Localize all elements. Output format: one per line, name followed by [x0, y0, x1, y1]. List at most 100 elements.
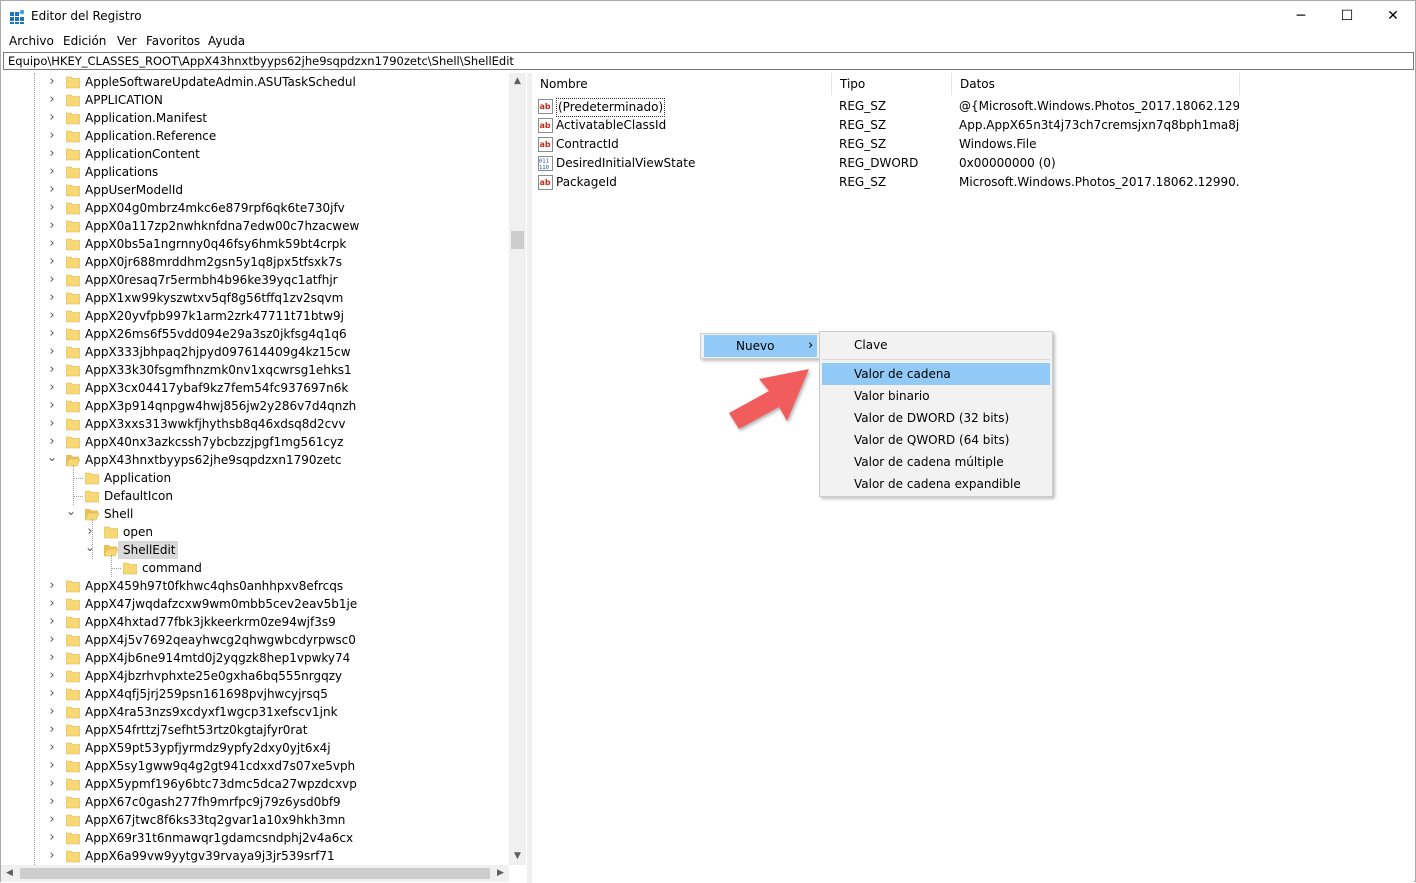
chevron-down-icon[interactable]: ⌄: [47, 451, 57, 469]
chevron-right-icon[interactable]: ›: [47, 217, 57, 235]
tree-item[interactable]: › AppX4j5v7692qeayhwcg2qhwgwbcdyrpwsc0: [1, 631, 509, 649]
menu-ayuda[interactable]: Ayuda: [208, 34, 245, 48]
tree-item[interactable]: › AppX3cx04417ybaf9kz7fem54fc937697n6k: [1, 379, 509, 397]
tree-item[interactable]: › AppX4jbzrhvphxte25e0gxha6bq555nrgqzy: [1, 667, 509, 685]
chevron-down-icon[interactable]: ⌄: [66, 505, 76, 523]
chevron-right-icon[interactable]: ›: [47, 289, 57, 307]
chevron-right-icon[interactable]: ›: [47, 397, 57, 415]
chevron-right-icon[interactable]: ›: [47, 667, 57, 685]
tree-item[interactable]: › APPLICATION: [1, 91, 509, 109]
value-row[interactable]: ab PackageId REG_SZ Microsoft.Windows.Photo…: [532, 173, 1412, 192]
tree-item[interactable]: › AppX47jwqdafzcxw9wm0mbb5cev2eav5b1je: [1, 595, 509, 613]
chevron-right-icon[interactable]: ›: [47, 253, 57, 271]
scroll-thumb[interactable]: [511, 231, 524, 249]
tree-item[interactable]: › AppX4hxtad77fbk3jkkeerkrm0ze94wjf3s9: [1, 613, 509, 631]
tree-item[interactable]: › Application.Manifest: [1, 109, 509, 127]
tree-item[interactable]: command: [1, 559, 509, 577]
chevron-right-icon[interactable]: ›: [47, 325, 57, 343]
tree-item[interactable]: › AppX4ra53nzs9xcdyxf1wgcp31xefscv1jnk: [1, 703, 509, 721]
menu-favoritos[interactable]: Favoritos: [146, 34, 200, 48]
chevron-right-icon[interactable]: ›: [47, 631, 57, 649]
chevron-right-icon[interactable]: ›: [47, 847, 57, 865]
tree-item[interactable]: › AppX0a117zp2nwhknfdna7edw00c7hzacwew: [1, 217, 509, 235]
chevron-right-icon[interactable]: ›: [47, 703, 57, 721]
chevron-right-icon[interactable]: ›: [47, 91, 57, 109]
minimize-button[interactable]: ─: [1278, 1, 1324, 31]
scroll-down-icon[interactable]: ▼: [509, 848, 526, 865]
tree-item[interactable]: › AppX5sy1gww9q4g2gt941cdxxd7s07xe5vph: [1, 757, 509, 775]
title-bar[interactable]: Editor del Registro ─ ☐ ✕: [1, 1, 1415, 32]
chevron-right-icon[interactable]: ›: [47, 163, 57, 181]
tree-item[interactable]: › AppX3p914qnpgw4hwj856jw2y286v7d4qnzh: [1, 397, 509, 415]
chevron-right-icon[interactable]: ›: [47, 199, 57, 217]
value-row[interactable]: ab ActivatableClassId REG_SZ App.AppX65n3t4…: [532, 116, 1412, 135]
scroll-up-icon[interactable]: ▲: [509, 73, 526, 90]
scroll-right-icon[interactable]: ▶: [492, 865, 509, 882]
tree-item[interactable]: › AppX67c0gash277fh9mrfpc9j79z6ysd0bf9: [1, 793, 509, 811]
chevron-right-icon[interactable]: ›: [47, 811, 57, 829]
chevron-right-icon[interactable]: ›: [47, 721, 57, 739]
tree-item[interactable]: › AppUserModelId: [1, 181, 509, 199]
submenu-item-valor-binario[interactable]: Valor binario: [822, 385, 1050, 407]
tree-item[interactable]: › Application.Reference: [1, 127, 509, 145]
tree-item[interactable]: › AppX59pt53ypfjyrmdz9ypfy2dxy0yjt6x4j: [1, 739, 509, 757]
column-header-data[interactable]: Datos: [952, 73, 1240, 95]
chevron-right-icon[interactable]: ›: [47, 757, 57, 775]
chevron-right-icon[interactable]: ›: [47, 829, 57, 847]
submenu-item-valor-qword[interactable]: Valor de QWORD (64 bits): [822, 429, 1050, 451]
maximize-button[interactable]: ☐: [1324, 1, 1370, 31]
value-row[interactable]: ab ContractId REG_SZ Windows.File: [532, 135, 1412, 154]
tree-item[interactable]: › AppX67jtwc8f6ks33tq2gvar1a10x9hkh3mn: [1, 811, 509, 829]
tree-item[interactable]: ⌄ AppX43hnxtbyyps62jhe9sqpdzxn1790zetc: [1, 451, 509, 469]
chevron-down-icon[interactable]: ⌄: [85, 541, 95, 559]
chevron-right-icon[interactable]: ›: [47, 793, 57, 811]
submenu-item-clave[interactable]: Clave: [822, 334, 1050, 356]
tree-item[interactable]: › AppX69r31t6nmawqr1gdamcsndphj2v4a6cx: [1, 829, 509, 847]
tree-item[interactable]: › AppX20yvfpb997k1arm2zrk47711t71btw9j: [1, 307, 509, 325]
menu-item-nuevo[interactable]: Nuevo ›: [704, 335, 817, 357]
chevron-right-icon[interactable]: ›: [47, 379, 57, 397]
submenu-item-valor-dword[interactable]: Valor de DWORD (32 bits): [822, 407, 1050, 429]
tree-item[interactable]: › AppX3xxs313wwkfjhythsb8q46xdsq8d2cvv: [1, 415, 509, 433]
chevron-right-icon[interactable]: ›: [47, 775, 57, 793]
scroll-left-icon[interactable]: ◀: [1, 865, 18, 882]
tree-item[interactable]: › AppX5ypmf196y6btc73dmc5dca27wpzdcxvp: [1, 775, 509, 793]
tree-item[interactable]: › AppX333jbhpaq2hjpyd097614409g4kz15cw: [1, 343, 509, 361]
tree-item[interactable]: › AppX0jr688mrddhm2gsn5y1q8jpx5tfsxk7s: [1, 253, 509, 271]
submenu-item-valor-cadena-expandible[interactable]: Valor de cadena expandible: [822, 473, 1050, 495]
scroll-thumb-horizontal[interactable]: [20, 868, 490, 879]
tree-item[interactable]: › AppX6a99vw9yytgv39rvaya9j3jr539srf71: [1, 847, 509, 865]
tree-item[interactable]: › ApplicationContent: [1, 145, 509, 163]
tree-item[interactable]: › AppleSoftwareUpdateAdmin.ASUTaskSchedul: [1, 73, 509, 91]
chevron-right-icon[interactable]: ›: [47, 361, 57, 379]
close-button[interactable]: ✕: [1370, 1, 1416, 31]
tree-item[interactable]: › AppX04g0mbrz4mkc6e879rpf6qk6te730jfv: [1, 199, 509, 217]
tree-item[interactable]: › AppX54frttzj7sefht53rtz0kgtajfyr0rat: [1, 721, 509, 739]
chevron-right-icon[interactable]: ›: [47, 739, 57, 757]
column-header-name[interactable]: Nombre: [532, 73, 832, 95]
tree-item[interactable]: › AppX4qfj5jrj259psn161698pvjhwcyjrsq5: [1, 685, 509, 703]
chevron-right-icon[interactable]: ›: [47, 415, 57, 433]
value-row[interactable]: 011 110 DesiredInitialViewState REG_DWORD 0x…: [532, 154, 1412, 173]
tree-item[interactable]: ⌄ ShellEdit: [1, 541, 509, 559]
submenu-item-valor-cadena-multiple[interactable]: Valor de cadena múltiple: [822, 451, 1050, 473]
tree-item[interactable]: › AppX0resaq7r5ermbh4b96ke39yqc1atfhjr: [1, 271, 509, 289]
chevron-right-icon[interactable]: ›: [47, 235, 57, 253]
tree-item[interactable]: › AppX0bs5a1ngrnny0q46fsy6hmk59bt4crpk: [1, 235, 509, 253]
submenu-item-valor-de-cadena[interactable]: Valor de cadena: [822, 363, 1050, 385]
chevron-right-icon[interactable]: ›: [47, 271, 57, 289]
tree-item[interactable]: › open: [1, 523, 509, 541]
menu-ver[interactable]: Ver: [117, 34, 137, 48]
chevron-right-icon[interactable]: ›: [47, 145, 57, 163]
tree-item[interactable]: › AppX459h97t0fkhwc4qhs0anhhpxv8efrcqs: [1, 577, 509, 595]
tree-item[interactable]: › AppX1xw99kyszwtxv5qf8g56tffq1zv2sqvm: [1, 289, 509, 307]
chevron-right-icon[interactable]: ›: [47, 577, 57, 595]
chevron-right-icon[interactable]: ›: [47, 181, 57, 199]
address-bar[interactable]: Equipo\HKEY_CLASSES_ROOT\AppX43hnxtbyyps…: [3, 52, 1414, 70]
tree-item[interactable]: › AppX26ms6f55vdd094e29a3sz0jkfsg4q1q6: [1, 325, 509, 343]
chevron-right-icon[interactable]: ›: [47, 433, 57, 451]
tree-item[interactable]: › Applications: [1, 163, 509, 181]
chevron-right-icon[interactable]: ›: [47, 109, 57, 127]
tree-item[interactable]: › AppX40nx3azkcssh7ybcbzzjpgf1mg561cyz: [1, 433, 509, 451]
menu-edicion[interactable]: Edición: [63, 34, 106, 48]
